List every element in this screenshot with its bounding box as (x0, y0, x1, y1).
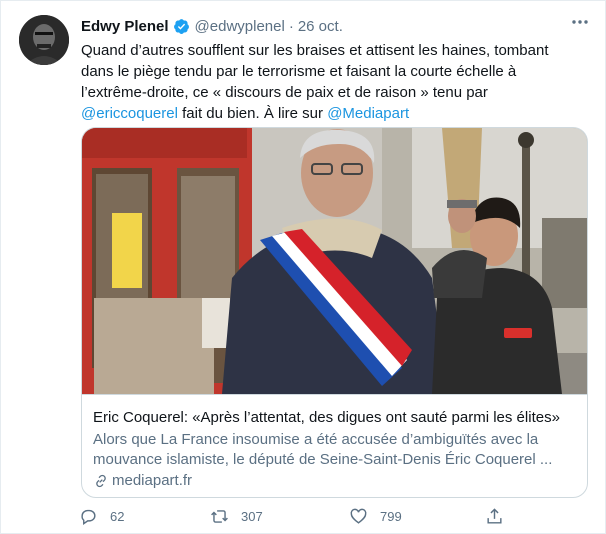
like-icon[interactable] (349, 507, 368, 526)
card-domain: mediapart.fr (93, 472, 192, 489)
link-icon (96, 474, 106, 487)
mention-mediapart[interactable]: @Mediapart (327, 105, 409, 122)
retweet-button[interactable]: 307 (210, 507, 263, 526)
mention-ericcoquerel[interactable]: @ericcoquerel (81, 105, 178, 122)
share-button[interactable] (485, 507, 504, 526)
card-image[interactable] (82, 128, 588, 394)
reply-button[interactable]: 62 (79, 507, 124, 526)
like-count: 799 (380, 509, 402, 524)
tweet-text-part1: Quand d’autres soufflent sur les braises… (81, 42, 549, 101)
tweet-header: Edwy Plenel @edwyplenel · 26 oct. (81, 16, 343, 36)
separator-dot: · (288, 17, 294, 35)
more-icon[interactable] (568, 15, 592, 35)
like-button[interactable]: 799 (349, 507, 402, 526)
author-name[interactable]: Edwy Plenel (81, 18, 169, 35)
reply-count: 62 (110, 509, 125, 524)
card-description: Alors que La France insoumise a été accu… (93, 431, 553, 468)
tweet: Edwy Plenel @edwyplenel · 26 oct. Quand … (0, 0, 606, 534)
tweet-text: Quand d’autres soufflent sur les braises… (81, 40, 581, 124)
retweet-count: 307 (241, 509, 263, 524)
tweet-actions: 62 307 799 (79, 507, 519, 529)
card-domain-text: mediapart.fr (112, 472, 193, 489)
tweet-text-part2: fait du bien. À lire sur (177, 105, 328, 122)
share-icon[interactable] (485, 507, 504, 526)
author-handle[interactable]: @edwyplenel (195, 18, 285, 35)
reply-icon[interactable] (79, 507, 98, 526)
link-card[interactable]: Eric Coquerel: «Après l’attentat, des di… (81, 127, 588, 498)
retweet-icon[interactable] (210, 507, 229, 526)
verified-badge-icon (173, 18, 189, 34)
tweet-date[interactable]: 26 oct. (298, 18, 343, 35)
card-title[interactable]: Eric Coquerel: «Après l’attentat, des di… (93, 408, 583, 428)
avatar[interactable] (19, 15, 69, 65)
card-body[interactable]: Eric Coquerel: «Après l’attentat, des di… (82, 394, 587, 497)
